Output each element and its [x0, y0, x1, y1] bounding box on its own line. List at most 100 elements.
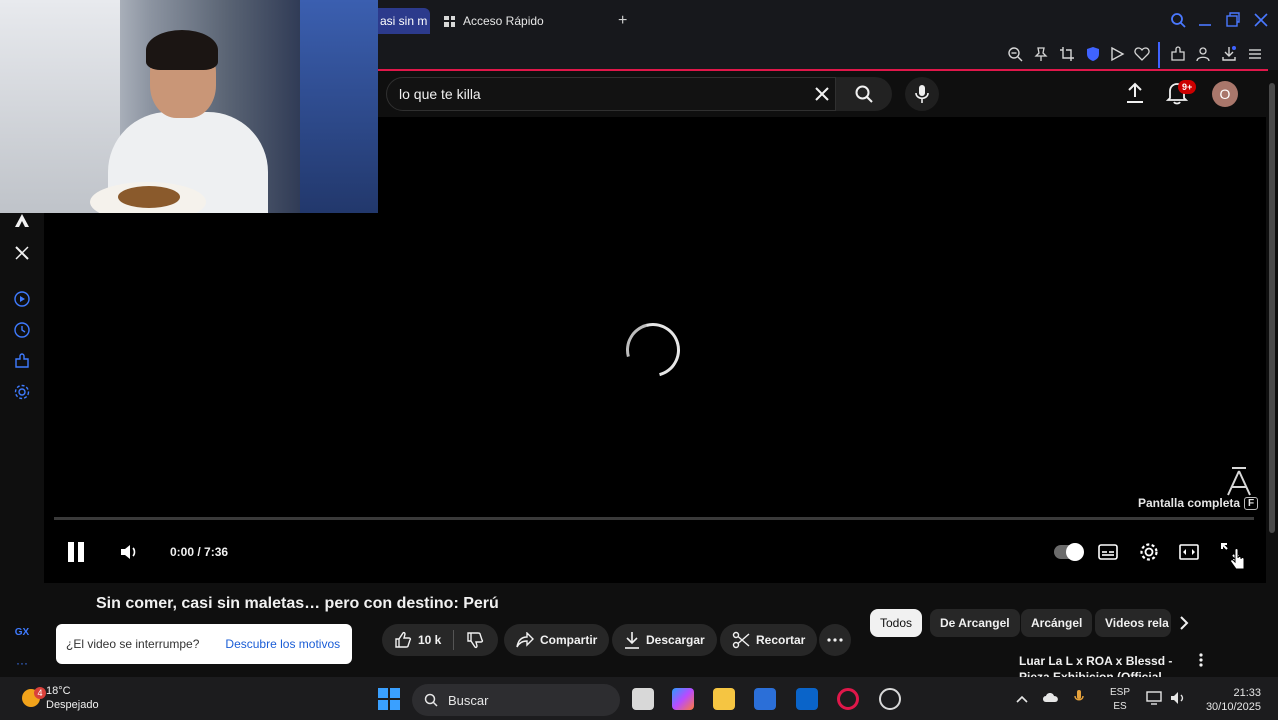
gx-label[interactable]: GX — [12, 623, 32, 643]
more-vertical-icon — [1199, 653, 1203, 667]
chatgpt-icon[interactable] — [879, 688, 901, 710]
heart-icon[interactable] — [1133, 46, 1151, 64]
sidebar-more-icon[interactable]: ··· — [12, 653, 32, 673]
like-icon — [395, 631, 412, 648]
clip-label: Recortar — [756, 633, 806, 647]
start-button[interactable] — [378, 688, 400, 710]
chips-next-button[interactable] — [1178, 614, 1190, 635]
browser-tabstrip: asi sin m Acceso Rápido + — [378, 0, 1278, 42]
task-view-icon[interactable] — [632, 688, 654, 710]
minimize-icon[interactable] — [1198, 12, 1212, 33]
clear-search-button[interactable] — [810, 82, 834, 106]
player-controls: 0:00 / 7:36 — [44, 537, 1266, 570]
extensions-icon[interactable] — [1169, 46, 1187, 64]
taskbar-search[interactable]: Buscar — [412, 684, 620, 716]
webcam-food — [118, 186, 180, 208]
time-text: 0:00 / 7:36 — [170, 545, 229, 559]
speaker-icon[interactable] — [1170, 691, 1186, 710]
share-label: Compartir — [540, 633, 598, 647]
input-language[interactable]: ESP ES — [1110, 686, 1130, 714]
pause-button[interactable] — [64, 537, 88, 567]
account-icon[interactable] — [1194, 46, 1212, 64]
progress-bar[interactable] — [54, 517, 1254, 520]
autoplay-toggle[interactable] — [1054, 537, 1084, 567]
more-actions-button[interactable] — [819, 624, 851, 656]
voice-search-button[interactable] — [905, 77, 939, 111]
video-info-area: Sin comer, casi sin maletas… pero con de… — [44, 583, 1266, 677]
clip-button[interactable]: Recortar — [720, 624, 818, 656]
mouse-cursor-icon — [1230, 548, 1246, 576]
dislike-icon — [467, 632, 484, 649]
downloads-icon[interactable] — [1220, 46, 1238, 64]
x-twitter-icon[interactable] — [12, 245, 32, 265]
search-button[interactable] — [836, 77, 892, 111]
search-input[interactable]: lo que te killa — [386, 77, 836, 111]
copilot-icon[interactable] — [672, 688, 694, 710]
tab-acceso-rapido-label: Acceso Rápido — [463, 14, 544, 28]
new-tab-button[interactable]: + — [618, 8, 627, 34]
chip-arcangel[interactable]: Arcángel — [1021, 609, 1093, 637]
search-query-text: lo que te killa — [399, 86, 481, 102]
subtitles-button[interactable] — [1096, 537, 1120, 567]
chip-de-arcangel[interactable]: De Arcangel — [930, 609, 1020, 637]
recommended-video-title[interactable]: Luar La L x ROA x Blessd - Pieza Exhibic… — [1019, 653, 1197, 677]
opera-gx-icon[interactable] — [837, 688, 859, 710]
settings-gear-icon — [1140, 543, 1158, 561]
webcam-wall — [300, 0, 378, 213]
weather-badge: 4 — [34, 687, 46, 699]
speed-dial-icon — [444, 15, 455, 27]
player-sidebar-icon[interactable] — [12, 291, 32, 311]
microphone-tray-icon[interactable] — [1074, 689, 1084, 708]
tab-acceso-rapido[interactable]: Acceso Rápido — [444, 8, 544, 34]
webcam-overlay — [0, 0, 378, 213]
chip-videos-relacionados[interactable]: Videos rela — [1095, 609, 1171, 637]
network-icon[interactable] — [1146, 691, 1162, 710]
vpn-shield-icon[interactable] — [1084, 46, 1102, 64]
theater-mode-button[interactable] — [1177, 537, 1201, 567]
page-scrollbar[interactable] — [1266, 71, 1278, 677]
tab-active[interactable]: asi sin m — [378, 8, 430, 34]
lang-bottom: ES — [1113, 701, 1127, 712]
tray-overflow-icon[interactable] — [1016, 692, 1028, 706]
share-button[interactable]: Compartir — [504, 624, 610, 656]
chevron-right-icon — [1180, 616, 1189, 630]
outlook-icon[interactable] — [796, 688, 818, 710]
youtube-header: lo que te killa 9+ O — [378, 71, 1268, 117]
webcam-window-background — [0, 0, 120, 213]
extensions-sidebar-icon[interactable] — [12, 353, 32, 373]
settings-gear-icon[interactable] — [12, 384, 32, 404]
download-label: Descargar — [646, 633, 705, 647]
zoom-out-icon[interactable] — [1006, 46, 1024, 64]
snapshot-icon[interactable] — [1058, 46, 1076, 64]
pin-icon[interactable] — [1032, 46, 1050, 64]
microphone-icon — [915, 85, 929, 103]
chip-todos[interactable]: Todos — [870, 609, 923, 637]
search-icon — [855, 85, 873, 103]
like-dislike-button[interactable]: 10 k — [382, 624, 498, 656]
history-icon[interactable] — [12, 322, 32, 342]
recommended-video-menu-button[interactable] — [1199, 653, 1203, 670]
video-title: Sin comer, casi sin maletas… pero con de… — [96, 595, 499, 612]
download-button[interactable]: Descargar — [612, 624, 717, 656]
aria-icon[interactable] — [12, 213, 32, 233]
search-tabs-icon[interactable] — [1170, 12, 1186, 33]
create-upload-button[interactable] — [1124, 81, 1146, 105]
close-window-icon[interactable] — [1254, 12, 1268, 33]
theater-icon — [1179, 544, 1199, 560]
scrollbar-thumb[interactable] — [1269, 83, 1275, 533]
file-explorer-icon[interactable] — [713, 688, 735, 710]
avatar[interactable]: O — [1212, 81, 1238, 107]
lang-top: ESP — [1110, 687, 1131, 698]
browser-toolbar — [378, 42, 1278, 70]
settings-button[interactable] — [1137, 537, 1161, 567]
volume-button[interactable] — [118, 537, 140, 567]
restore-icon[interactable] — [1226, 12, 1240, 33]
interrupt-link[interactable]: Descubre los motivos — [225, 637, 340, 651]
microsoft-store-icon[interactable] — [754, 688, 776, 710]
onedrive-icon[interactable] — [1042, 691, 1060, 706]
taskbar-clock[interactable]: 21:33 30/10/2025 — [1199, 686, 1261, 714]
weather-widget[interactable]: 4 18°C Despejado — [22, 684, 99, 712]
player-icon[interactable] — [1108, 46, 1126, 64]
easy-setup-menu-icon[interactable] — [1246, 46, 1264, 64]
system-tray — [1016, 689, 1084, 708]
